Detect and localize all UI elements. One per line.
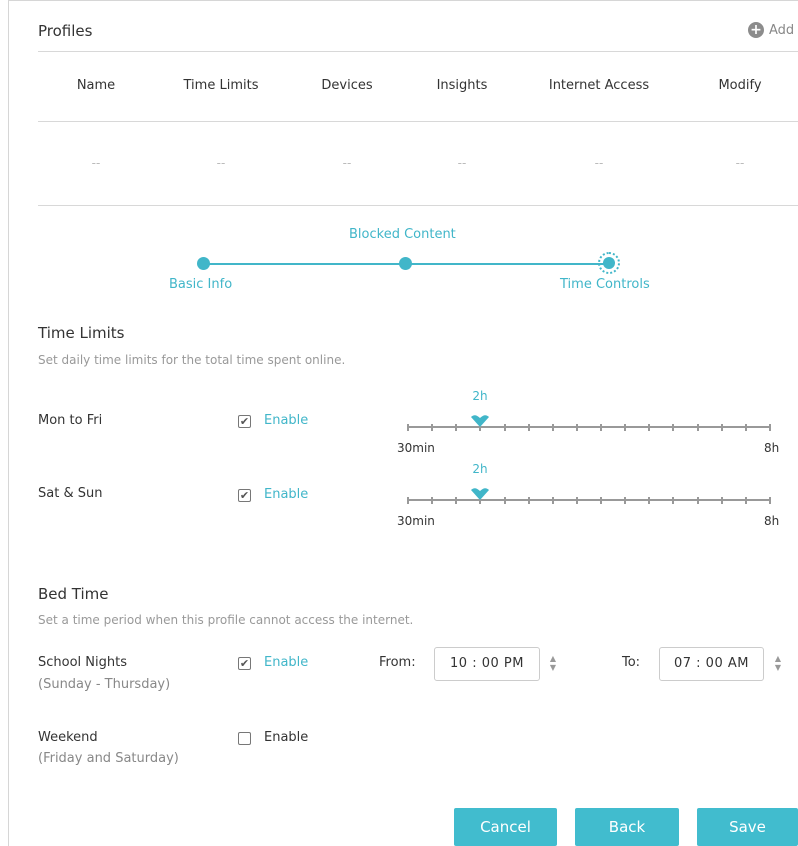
- row-label-mon-fri: Mon to Fri: [38, 413, 103, 428]
- row-label-sat-sun: Sat & Sun: [38, 486, 103, 501]
- row-label-weekend: Weekend: [38, 730, 98, 745]
- from-time-spinner-icon[interactable]: ▲ ▼: [548, 654, 558, 672]
- enable-label: Enable: [264, 730, 309, 745]
- slider-tick: [527, 424, 530, 431]
- column-header-internet-access: Internet Access: [548, 78, 650, 93]
- step-label-blocked-content: Blocked Content: [349, 227, 456, 242]
- slider-tick: [720, 424, 723, 431]
- step-dot-blocked-content: [399, 257, 412, 270]
- enable-checkbox-mon-fri[interactable]: ✔: [238, 415, 251, 428]
- step-dot-basic-info: [197, 257, 210, 270]
- page-frame: [8, 0, 798, 846]
- bed-time-title: Bed Time: [38, 585, 109, 603]
- slider-max-label: 8h: [764, 441, 780, 455]
- slider-tick: [672, 497, 675, 504]
- slider-thumb-icon[interactable]: [469, 486, 491, 502]
- slider-tick: [455, 424, 458, 431]
- table-cell: --: [342, 156, 352, 170]
- slider-tick: [720, 497, 723, 504]
- plus-icon: +: [748, 22, 764, 38]
- table-cell: --: [457, 156, 467, 170]
- slider-tick: [769, 497, 771, 504]
- slider-tick: [769, 424, 771, 431]
- column-header-insights: Insights: [436, 78, 488, 93]
- slider-tick: [648, 497, 651, 504]
- back-button[interactable]: Back: [575, 808, 679, 846]
- add-label: Add: [769, 22, 795, 38]
- slider-min-label: 30min: [397, 441, 435, 455]
- enable-label: Enable: [264, 655, 309, 670]
- slider-tick: [696, 424, 699, 431]
- slider-value-label: 2h: [472, 389, 488, 403]
- divider: [38, 205, 798, 206]
- slider-tick: [431, 497, 434, 504]
- slider-track[interactable]: [408, 426, 770, 428]
- step-dot-time-controls: [598, 252, 620, 274]
- slider-tick: [744, 424, 747, 431]
- divider: [38, 51, 798, 52]
- time-limits-description: Set daily time limits for the total time…: [38, 353, 346, 367]
- slider-tick: [527, 497, 530, 504]
- slider-tick: [503, 497, 506, 504]
- from-time-input[interactable]: 10 : 00 PM: [434, 647, 540, 681]
- table-cell: --: [216, 156, 226, 170]
- slider-max-label: 8h: [764, 514, 780, 528]
- slider-min-label: 30min: [397, 514, 435, 528]
- to-time-spinner-icon[interactable]: ▲ ▼: [773, 654, 783, 672]
- column-header-time-limits: Time Limits: [183, 78, 259, 93]
- slider-tick: [624, 497, 627, 504]
- column-header-modify: Modify: [718, 78, 762, 93]
- slider-tick: [600, 497, 603, 504]
- enable-checkbox-sat-sun[interactable]: ✔: [238, 489, 251, 502]
- slider-tick: [648, 424, 651, 431]
- column-header-devices: Devices: [321, 78, 373, 93]
- slider-value-label: 2h: [472, 462, 488, 476]
- slider-tick: [431, 424, 434, 431]
- cancel-button[interactable]: Cancel: [454, 808, 557, 846]
- table-cell: --: [91, 156, 101, 170]
- save-button[interactable]: Save: [697, 808, 798, 846]
- slider-tick: [575, 497, 578, 504]
- slider-tick: [672, 424, 675, 431]
- slider-thumb-icon[interactable]: [469, 413, 491, 429]
- slider-tick: [696, 497, 699, 504]
- to-label: To:: [622, 655, 641, 670]
- row-label-school-nights: School Nights: [38, 655, 127, 670]
- bed-time-description: Set a time period when this profile cann…: [38, 613, 414, 627]
- step-label-time-controls: Time Controls: [560, 277, 650, 292]
- slider-tick: [503, 424, 506, 431]
- row-sub-school-nights: (Sunday - Thursday): [38, 677, 171, 692]
- slider-tick: [575, 424, 578, 431]
- slider-tick: [744, 497, 747, 504]
- row-sub-weekend: (Friday and Saturday): [38, 751, 179, 766]
- table-cell: --: [735, 156, 745, 170]
- add-profile-button[interactable]: + Add: [748, 22, 794, 38]
- divider: [38, 121, 798, 122]
- slider-tick: [624, 424, 627, 431]
- time-limits-title: Time Limits: [38, 324, 125, 342]
- slider-tick: [551, 424, 554, 431]
- slider-tick: [600, 424, 603, 431]
- from-label: From:: [379, 655, 416, 670]
- step-label-basic-info: Basic Info: [169, 277, 233, 292]
- slider-tick: [455, 497, 458, 504]
- slider-tick: [407, 424, 409, 431]
- enable-label: Enable: [264, 413, 309, 428]
- slider-track[interactable]: [408, 499, 770, 501]
- enable-checkbox-weekend[interactable]: [238, 732, 251, 745]
- to-time-input[interactable]: 07 : 00 AM: [659, 647, 764, 681]
- enable-label: Enable: [264, 487, 309, 502]
- profiles-title: Profiles: [38, 22, 93, 40]
- enable-checkbox-school-nights[interactable]: ✔: [238, 657, 251, 670]
- slider-tick: [551, 497, 554, 504]
- slider-tick: [407, 497, 409, 504]
- column-header-name: Name: [76, 78, 116, 93]
- table-cell: --: [594, 156, 604, 170]
